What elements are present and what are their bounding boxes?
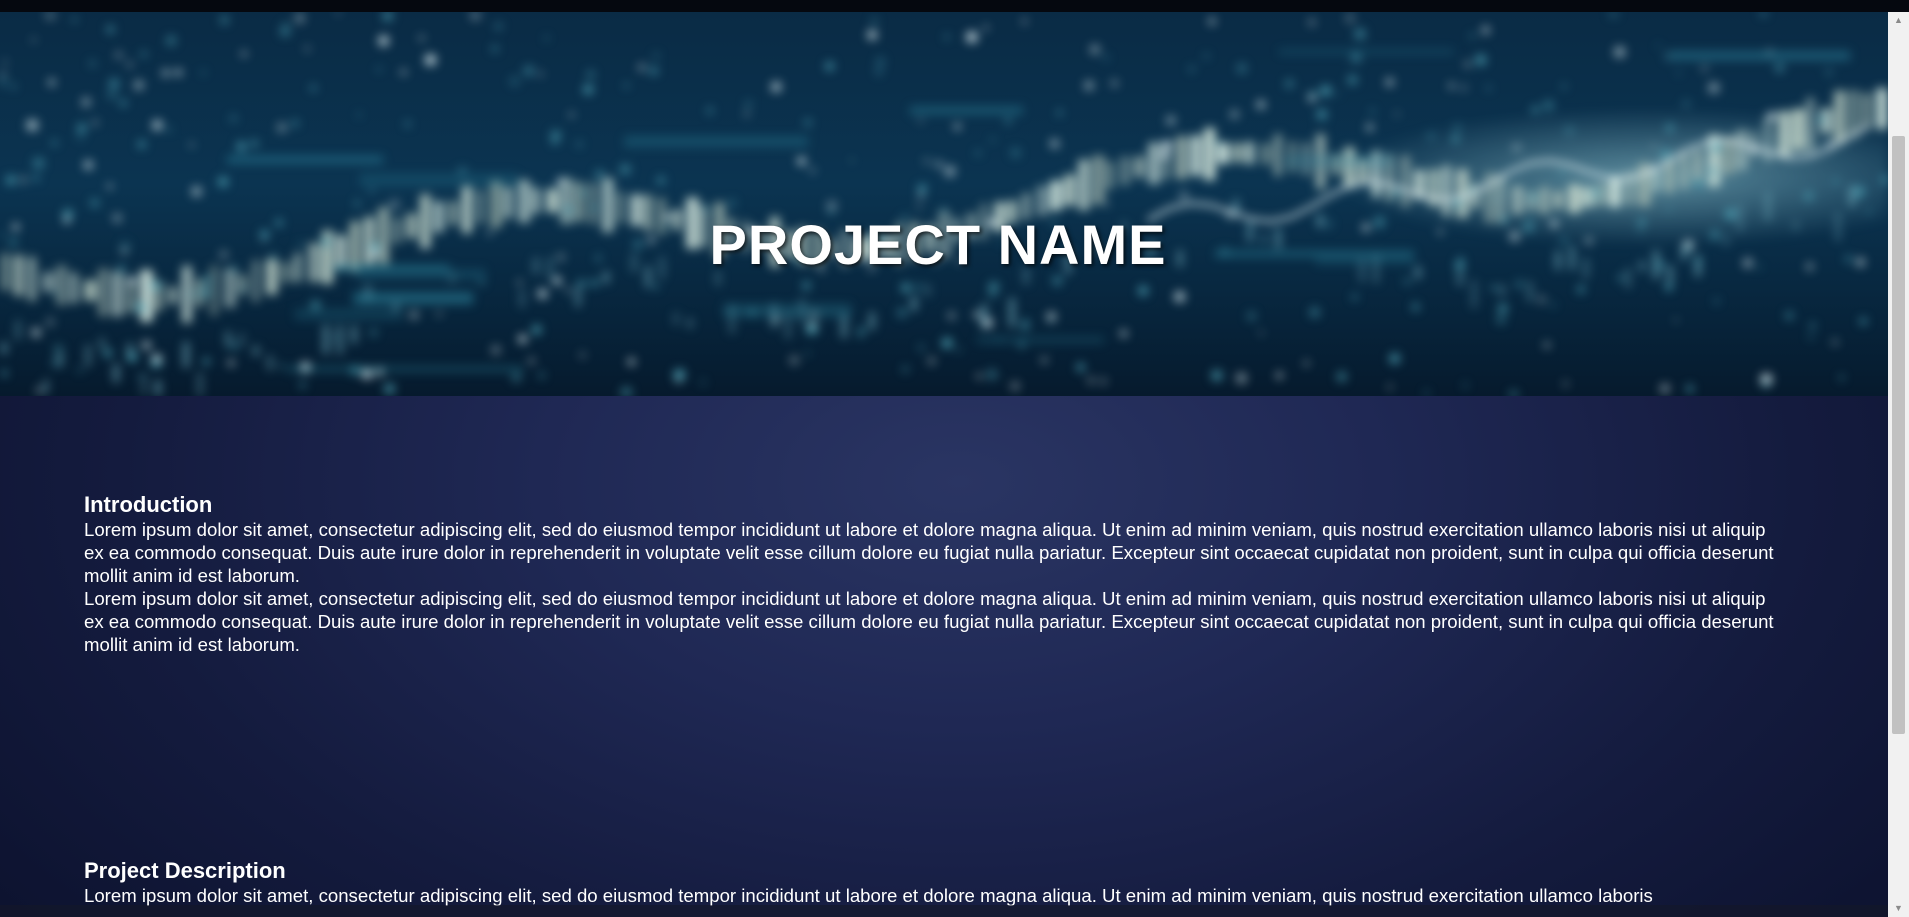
section-paragraph: Lorem ipsum dolor sit amet, consectetur … (84, 885, 1653, 906)
section-paragraph: Lorem ipsum dolor sit amet, consectetur … (84, 588, 1774, 655)
section-paragraph: Lorem ipsum dolor sit amet, consectetur … (84, 519, 1774, 586)
section-heading: Project Description (84, 858, 286, 883)
hero-background-image (0, 12, 1888, 396)
vertical-scrollbar[interactable]: ▲ ▼ (1888, 12, 1909, 917)
page-viewport: PROJECT NAME Introduction Lorem ipsum do… (0, 12, 1888, 917)
browser-top-edge (0, 0, 1909, 12)
section-heading: Introduction (84, 492, 213, 517)
bottom-edge (0, 905, 1888, 917)
section-project-description: Project Description Lorem ipsum dolor si… (84, 858, 1776, 907)
page-title: PROJECT NAME (709, 213, 1167, 276)
scrollbar-thumb[interactable] (1892, 136, 1905, 734)
triangle-up-icon[interactable]: ▲ (1888, 12, 1909, 29)
triangle-down-icon[interactable]: ▼ (1888, 900, 1909, 917)
section-introduction: Introduction Lorem ipsum dolor sit amet,… (84, 492, 1776, 656)
hero-banner: PROJECT NAME (0, 12, 1888, 396)
